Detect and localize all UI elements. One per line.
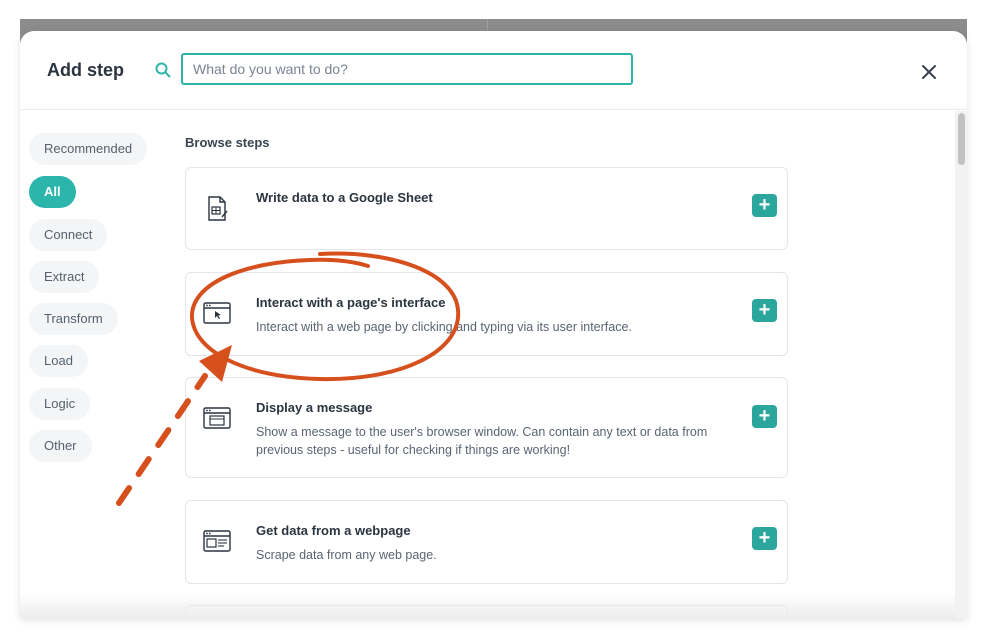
- step-title: Interact with a page's interface: [256, 295, 446, 310]
- close-icon[interactable]: [918, 61, 940, 83]
- step-description: Scrape data from any web page.: [256, 548, 437, 562]
- add-step-button[interactable]: +: [752, 405, 777, 428]
- category-extract[interactable]: Extract: [29, 261, 100, 293]
- step-card-display-message[interactable]: Display a message Show a message to the …: [185, 377, 788, 478]
- step-card-interact[interactable]: Interact with a page's interface Interac…: [185, 272, 788, 356]
- category-logic[interactable]: Logic: [29, 388, 91, 420]
- add-step-dialog: Add step Recommended All Connect Extract…: [20, 31, 967, 618]
- step-card-get-data[interactable]: Get data from a webpage Scrape data from…: [185, 500, 788, 584]
- category-recommended[interactable]: Recommended: [29, 133, 148, 165]
- category-all[interactable]: All: [29, 176, 76, 208]
- category-load[interactable]: Load: [29, 345, 88, 377]
- add-step-button[interactable]: +: [752, 299, 777, 322]
- category-connect[interactable]: Connect: [29, 219, 108, 251]
- add-step-button[interactable]: +: [752, 194, 777, 217]
- browser-cursor-icon: [203, 302, 231, 324]
- scrollbar-thumb[interactable]: [958, 113, 965, 165]
- scroll-fade: [20, 593, 955, 618]
- step-description: Interact with a web page by clicking and…: [256, 320, 632, 334]
- browse-steps-heading: Browse steps: [185, 135, 270, 150]
- dialog-header: Add step: [20, 31, 967, 110]
- search-icon: [155, 62, 171, 78]
- search-input[interactable]: [181, 53, 633, 85]
- add-step-button[interactable]: +: [752, 527, 777, 550]
- browser-scrape-icon: [203, 530, 231, 552]
- step-description: Show a message to the user's browser win…: [256, 425, 708, 457]
- step-title: Write data to a Google Sheet: [256, 190, 433, 205]
- dialog-title: Add step: [47, 60, 125, 80]
- step-card-google-sheet[interactable]: Write data to a Google Sheet +: [185, 167, 788, 250]
- step-title: Display a message: [256, 400, 373, 415]
- step-title: Get data from a webpage: [256, 523, 411, 538]
- spreadsheet-icon: [208, 196, 228, 221]
- category-other[interactable]: Other: [29, 430, 92, 462]
- scrollbar-track[interactable]: [955, 111, 967, 618]
- category-transform[interactable]: Transform: [29, 303, 118, 335]
- browser-message-icon: [203, 407, 231, 429]
